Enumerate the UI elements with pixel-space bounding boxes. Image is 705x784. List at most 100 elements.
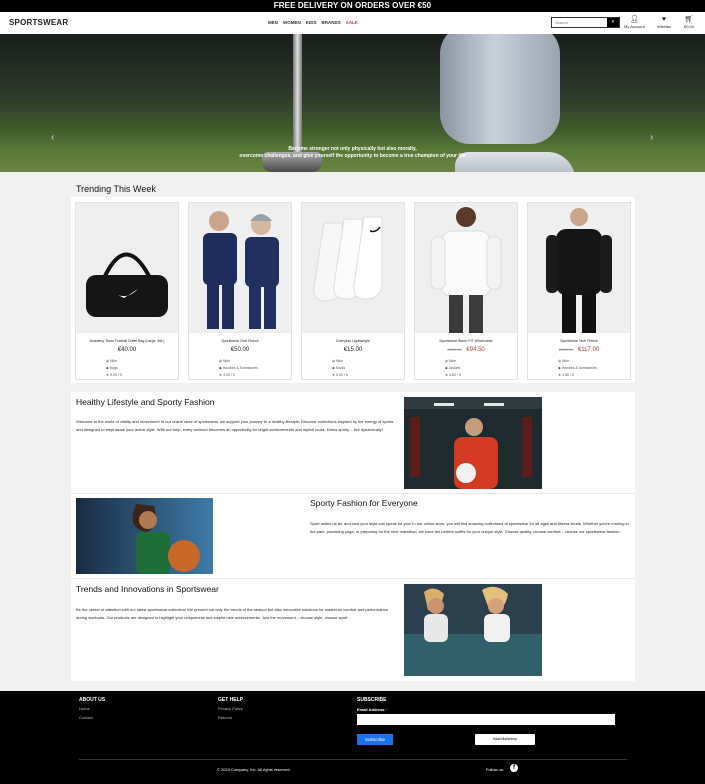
section-image-basketball-player [76,498,213,574]
cart-icon: 🛒︎ [684,16,694,23]
wishlist-link[interactable]: ♥ Wishlist [657,16,671,29]
section-divider [71,578,635,579]
search-icon: ⌕ [611,19,615,25]
account-link[interactable]: 👤︎ My Account [624,16,645,29]
section-image-tennis-players [404,584,542,676]
footer-subscribe-heading: SUBSCRIBE [357,697,387,703]
search-input[interactable] [552,18,608,27]
cart-total: €0.00 [684,24,695,29]
product-price: €15.00 [302,347,404,353]
follow-us-label: Follow us: [486,767,505,772]
product-image[interactable] [302,203,404,333]
section-text: Be the center of attention with our late… [76,607,388,620]
mailchimp-badge[interactable]: Intuit Mailchimp [475,734,535,745]
price-current: €15.00 [343,347,363,353]
site-header: SPORTSWEAR MEN WOMEN KIDS BRANDS SALE ⌕ … [0,12,705,34]
nav-women[interactable]: WOMEN [283,20,301,25]
product-name[interactable]: Everyday Lightweight [302,339,404,343]
copyright-text: © 2024 Company, Inc. All rights reserved… [217,767,291,772]
heart-icon: ♥ [661,16,666,23]
carousel-next-icon[interactable]: › [650,132,653,143]
required-mark: * [385,707,388,712]
product-brand: ◍ Nike [219,359,231,363]
trending-title: Trending This Week [76,184,156,194]
product-image[interactable] [76,203,178,333]
hero-caption-line-1: Become stronger not only physically but … [288,146,417,152]
product-name[interactable]: Sportswear Tech Fleece [528,339,630,343]
footer-link-returns[interactable]: Returns [218,715,232,720]
section-title: Healthy Lifestyle and Sporty Fashion [76,397,215,407]
product-category: ◆ Jackets [445,366,461,370]
facebook-icon[interactable]: f [510,764,518,772]
product-price: €200.00 €94.50 [415,347,517,353]
product-category: ◆ Bags [106,366,118,370]
footer-help-heading: GET HELP [218,697,244,703]
product-brand: ◍ Nike [332,359,344,363]
subscribe-button[interactable]: Subscribe [357,734,393,745]
email-field[interactable] [357,714,615,725]
footer-about-heading: ABOUT US [79,697,106,703]
nav-sale[interactable]: SALE [346,20,358,25]
product-price: €180.00 €117.00 [528,347,630,353]
mailchimp-text: Intuit Mailchimp [492,737,518,741]
content-sections: Healthy Lifestyle and Sporty Fashion Wel… [71,392,635,681]
price-current: €40.00 [117,347,137,353]
user-icon: 👤︎ [629,16,639,23]
price-current: €117.00 [577,347,600,353]
section-image-football-player [404,397,542,489]
search-button[interactable]: ⌕ [607,18,619,27]
hero-carousel: ‹ › Become stronger not only physically … [0,34,705,172]
carousel-prev-icon[interactable]: ‹ [51,132,54,143]
footer-divider [79,759,627,760]
product-rating: ★ 5.00 / 5 [106,373,122,377]
email-field-label: Email Address * [357,707,388,712]
product-card[interactable]: Sportswear Club Fleece €50.00 ◍ Nike ◆ H… [188,202,292,380]
product-name[interactable]: Academy Team Football Duffel Bag (Large,… [76,339,178,343]
wishlist-label: Wishlist [657,24,671,29]
product-category: ◆ Hoodies & Sweatshirts [219,366,258,370]
nav-kids[interactable]: KIDS [306,20,317,25]
product-rating: ★ 4.80 / 5 [445,373,461,377]
product-card[interactable]: Academy Team Football Duffel Bag (Large,… [75,202,179,380]
cart-link[interactable]: 🛒︎ €0.00 [684,16,694,29]
section-title: Trends and Innovations in Sportswear [76,584,219,594]
product-category: ◆ Socks [332,366,346,370]
price-original: €200.00 [447,347,462,352]
product-rating: ★ 4.90 / 5 [219,373,235,377]
hero-image-club-shaft [293,34,302,154]
search-box: ⌕ [551,17,620,28]
product-card[interactable]: Everyday Lightweight €15.00 ◍ Nike ◆ Soc… [301,202,405,380]
footer-link-contact[interactable]: Contact [79,715,93,720]
product-price: €50.00 [189,347,291,353]
product-brand: ◍ Nike [106,359,118,363]
product-image[interactable] [528,203,630,333]
price-current: €50.00 [230,347,250,353]
product-card[interactable]: Sportswear Storm-FIT Windrunner €200.00 … [414,202,518,380]
product-card[interactable]: Sportswear Tech Fleece €180.00 €117.00 ◍… [527,202,631,380]
product-name[interactable]: Sportswear Storm-FIT Windrunner [415,339,517,343]
site-logo[interactable]: SPORTSWEAR [9,18,68,27]
product-name[interactable]: Sportswear Club Fleece [189,339,291,343]
product-rating: ★ 5.00 / 5 [332,373,348,377]
site-footer: ABOUT US Home Contact GET HELP Privacy P… [0,691,705,784]
product-carousel: Academy Team Football Duffel Bag (Large,… [71,197,635,383]
price-current: €94.50 [466,347,485,353]
product-rating: ★ 4.80 / 5 [558,373,574,377]
product-image[interactable] [189,203,291,333]
account-label: My Account [624,24,645,29]
product-brand: ◍ Nike [445,359,457,363]
product-image[interactable] [415,203,517,333]
nav-brands[interactable]: BRANDS [322,20,341,25]
product-brand: ◍ Nike [558,359,570,363]
nav-men[interactable]: MEN [268,20,278,25]
section-divider [71,493,635,494]
hero-caption-line-2: overcome challenges, and give yourself t… [239,153,466,159]
hero-image-legs [440,34,560,144]
section-text: Welcome to the world of vitality and mov… [76,419,394,432]
section-text: Sport unites us all, and now your style … [310,521,629,534]
promo-text: FREE DELIVERY ON ORDERS OVER €50 [273,1,432,10]
main-nav: MEN WOMEN KIDS BRANDS SALE [268,20,358,25]
footer-link-home[interactable]: Home [79,706,90,711]
footer-link-privacy-policy[interactable]: Privacy Policy [218,706,243,711]
section-title: Sporty Fashion for Everyone [310,498,418,508]
